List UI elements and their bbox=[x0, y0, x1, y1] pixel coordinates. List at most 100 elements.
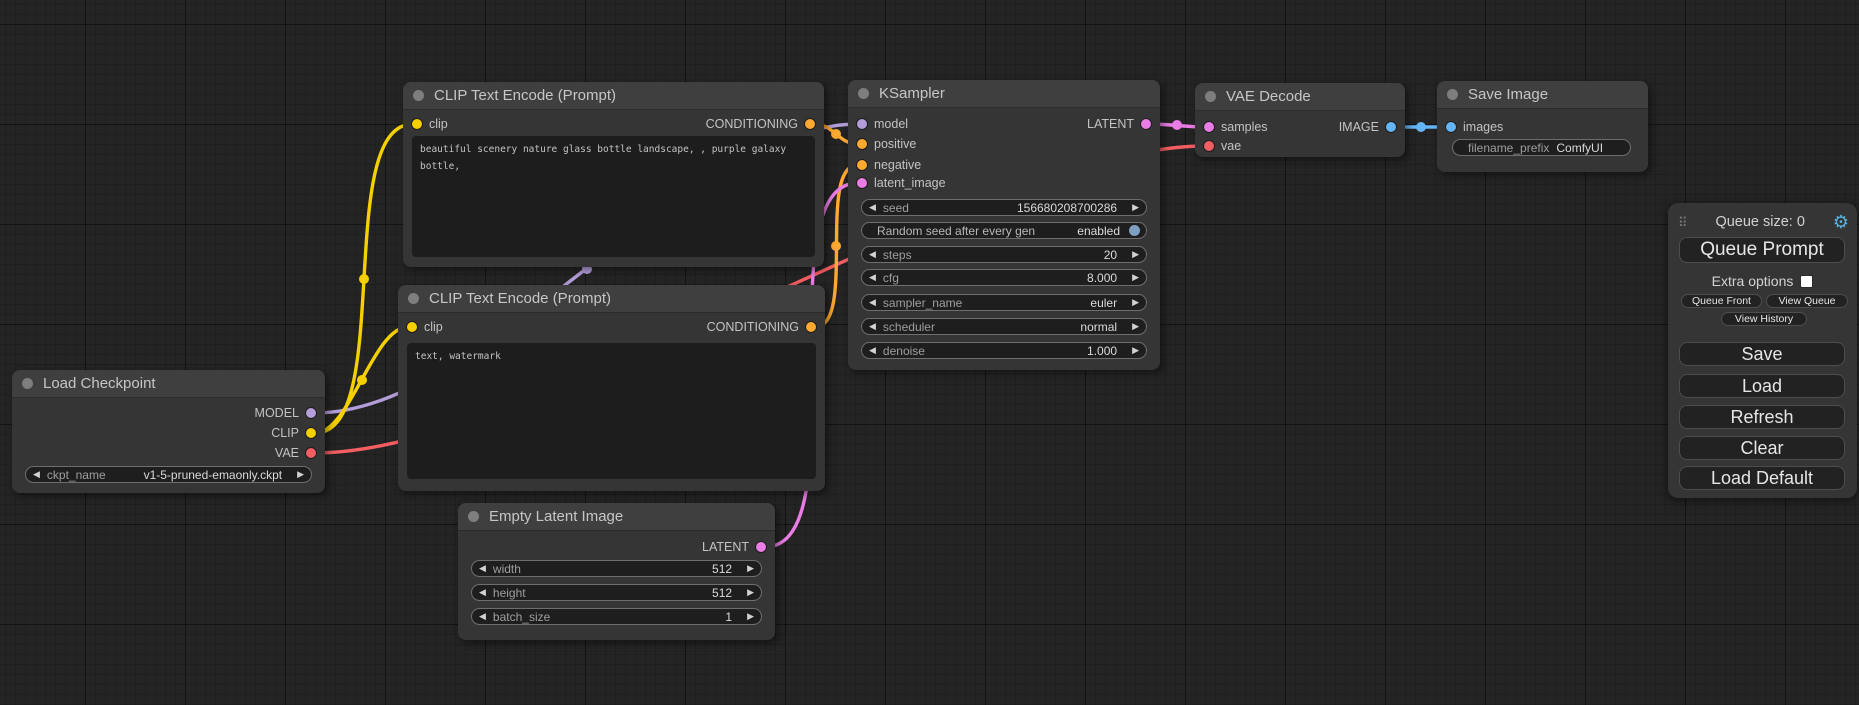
decrement-arrow-icon[interactable]: ◀ bbox=[33, 470, 40, 479]
widget-seed[interactable]: ◀ seed 156680208700286 ▶ bbox=[861, 199, 1147, 216]
extra-options-label: Extra options bbox=[1712, 273, 1794, 289]
decrement-arrow-icon[interactable]: ◀ bbox=[869, 250, 876, 259]
increment-arrow-icon[interactable]: ▶ bbox=[1132, 346, 1139, 355]
input-port-negative[interactable] bbox=[857, 160, 867, 170]
increment-arrow-icon[interactable]: ▶ bbox=[747, 564, 754, 573]
link-midpoint-dot bbox=[1416, 122, 1426, 132]
output-port-image[interactable] bbox=[1386, 122, 1396, 132]
input-port-vae[interactable] bbox=[1204, 141, 1214, 151]
node-title: Save Image bbox=[1468, 86, 1548, 103]
widget-sampler-name[interactable]: ◀ sampler_name euler ▶ bbox=[861, 294, 1147, 311]
output-port-clip[interactable] bbox=[306, 428, 316, 438]
input-port-positive[interactable] bbox=[857, 139, 867, 149]
node-ksampler-titlebar[interactable]: KSampler bbox=[848, 80, 1160, 108]
toggle-enabled-icon[interactable] bbox=[1129, 225, 1140, 236]
input-port-samples[interactable] bbox=[1204, 122, 1214, 132]
decrement-arrow-icon[interactable]: ◀ bbox=[869, 203, 876, 212]
view-history-button[interactable]: View History bbox=[1721, 312, 1807, 326]
queue-front-button[interactable]: Queue Front bbox=[1681, 294, 1762, 308]
node-save-image[interactable]: Save Image images filename_prefix ComfyU… bbox=[1437, 81, 1648, 172]
node-graph-canvas[interactable]: Load Checkpoint MODEL CLIP VAE ◀ ckpt_na… bbox=[0, 0, 1859, 705]
increment-arrow-icon[interactable]: ▶ bbox=[747, 612, 754, 621]
decrement-arrow-icon[interactable]: ◀ bbox=[869, 273, 876, 282]
increment-arrow-icon[interactable]: ▶ bbox=[1132, 322, 1139, 331]
node-clip-text-encode-positive[interactable]: CLIP Text Encode (Prompt) clip CONDITION… bbox=[403, 82, 824, 267]
queue-prompt-button[interactable]: Queue Prompt bbox=[1679, 237, 1845, 263]
increment-arrow-icon[interactable]: ▶ bbox=[1132, 203, 1139, 212]
decrement-arrow-icon[interactable]: ◀ bbox=[869, 298, 876, 307]
input-port-images[interactable] bbox=[1446, 122, 1456, 132]
widget-cfg[interactable]: ◀ cfg 8.000 ▶ bbox=[861, 269, 1147, 286]
refresh-button[interactable]: Refresh bbox=[1679, 405, 1845, 429]
decrement-arrow-icon[interactable]: ◀ bbox=[479, 612, 486, 621]
node-clip-positive-titlebar[interactable]: CLIP Text Encode (Prompt) bbox=[403, 82, 824, 110]
drag-handle-icon[interactable]: ⠿ bbox=[1678, 216, 1688, 229]
node-load-checkpoint-titlebar[interactable]: Load Checkpoint bbox=[12, 370, 325, 398]
increment-arrow-icon[interactable]: ▶ bbox=[297, 470, 304, 479]
node-ksampler[interactable]: KSampler model positive negative latent_… bbox=[848, 80, 1160, 370]
negative-prompt-textarea[interactable]: text, watermark bbox=[407, 343, 816, 479]
input-label-vae: vae bbox=[1221, 139, 1241, 153]
load-button[interactable]: Load bbox=[1679, 374, 1845, 398]
output-port-conditioning[interactable] bbox=[806, 322, 816, 332]
node-empty-latent-image[interactable]: Empty Latent Image LATENT ◀ width 512 ▶ … bbox=[458, 503, 775, 640]
widget-denoise[interactable]: ◀ denoise 1.000 ▶ bbox=[861, 342, 1147, 359]
positive-prompt-textarea[interactable]: beautiful scenery nature glass bottle la… bbox=[412, 136, 815, 257]
widget-value: euler bbox=[1090, 296, 1117, 310]
collapse-toggle-icon[interactable] bbox=[468, 511, 479, 522]
node-load-checkpoint[interactable]: Load Checkpoint MODEL CLIP VAE ◀ ckpt_na… bbox=[12, 370, 325, 493]
input-label-latent-image: latent_image bbox=[874, 176, 946, 190]
widget-height[interactable]: ◀ height 512 ▶ bbox=[471, 584, 762, 601]
collapse-toggle-icon[interactable] bbox=[1205, 91, 1216, 102]
input-label-clip: clip bbox=[429, 117, 448, 131]
output-port-model[interactable] bbox=[306, 408, 316, 418]
decrement-arrow-icon[interactable]: ◀ bbox=[869, 346, 876, 355]
increment-arrow-icon[interactable]: ▶ bbox=[1132, 298, 1139, 307]
node-vae-decode-titlebar[interactable]: VAE Decode bbox=[1195, 83, 1405, 111]
collapse-toggle-icon[interactable] bbox=[408, 293, 419, 304]
output-port-latent[interactable] bbox=[756, 542, 766, 552]
widget-filename-prefix[interactable]: filename_prefix ComfyUI bbox=[1452, 139, 1631, 156]
input-label-images: images bbox=[1463, 120, 1503, 134]
widget-batch-size[interactable]: ◀ batch_size 1 ▶ bbox=[471, 608, 762, 625]
link-midpoint-dot bbox=[1172, 120, 1182, 130]
widget-label: seed bbox=[883, 201, 909, 215]
input-port-latent-image[interactable] bbox=[857, 178, 867, 188]
widget-ckpt-name[interactable]: ◀ ckpt_name v1-5-pruned-emaonly.ckpt ▶ bbox=[25, 466, 312, 483]
widget-scheduler[interactable]: ◀ scheduler normal ▶ bbox=[861, 318, 1147, 335]
decrement-arrow-icon[interactable]: ◀ bbox=[869, 322, 876, 331]
decrement-arrow-icon[interactable]: ◀ bbox=[479, 564, 486, 573]
input-port-clip[interactable] bbox=[412, 119, 422, 129]
widget-steps[interactable]: ◀ steps 20 ▶ bbox=[861, 246, 1147, 263]
node-clip-text-encode-negative[interactable]: CLIP Text Encode (Prompt) clip CONDITION… bbox=[398, 285, 825, 491]
increment-arrow-icon[interactable]: ▶ bbox=[1132, 273, 1139, 282]
node-title: KSampler bbox=[879, 85, 945, 102]
settings-gear-icon[interactable]: ⚙ bbox=[1833, 213, 1849, 231]
clear-button[interactable]: Clear bbox=[1679, 436, 1845, 460]
node-vae-decode[interactable]: VAE Decode samples vae IMAGE bbox=[1195, 83, 1405, 157]
widget-random-seed-toggle[interactable]: Random seed after every gen enabled bbox=[861, 222, 1147, 239]
collapse-toggle-icon[interactable] bbox=[413, 90, 424, 101]
load-default-button[interactable]: Load Default bbox=[1679, 466, 1845, 490]
node-save-image-titlebar[interactable]: Save Image bbox=[1437, 81, 1648, 109]
input-label-clip: clip bbox=[424, 320, 443, 334]
save-button[interactable]: Save bbox=[1679, 342, 1845, 366]
input-port-model[interactable] bbox=[857, 119, 867, 129]
collapse-toggle-icon[interactable] bbox=[1447, 89, 1458, 100]
decrement-arrow-icon[interactable]: ◀ bbox=[479, 588, 486, 597]
output-port-conditioning[interactable] bbox=[805, 119, 815, 129]
collapse-toggle-icon[interactable] bbox=[22, 378, 33, 389]
node-clip-negative-titlebar[interactable]: CLIP Text Encode (Prompt) bbox=[398, 285, 825, 313]
collapse-toggle-icon[interactable] bbox=[858, 88, 869, 99]
widget-value: normal bbox=[1080, 320, 1117, 334]
increment-arrow-icon[interactable]: ▶ bbox=[1132, 250, 1139, 259]
input-label-negative: negative bbox=[874, 158, 921, 172]
view-queue-button[interactable]: View Queue bbox=[1766, 294, 1848, 308]
widget-width[interactable]: ◀ width 512 ▶ bbox=[471, 560, 762, 577]
output-port-latent[interactable] bbox=[1141, 119, 1151, 129]
node-empty-latent-titlebar[interactable]: Empty Latent Image bbox=[458, 503, 775, 531]
input-port-clip[interactable] bbox=[407, 322, 417, 332]
output-port-vae[interactable] bbox=[306, 448, 316, 458]
increment-arrow-icon[interactable]: ▶ bbox=[747, 588, 754, 597]
extra-options-checkbox[interactable] bbox=[1800, 275, 1813, 288]
